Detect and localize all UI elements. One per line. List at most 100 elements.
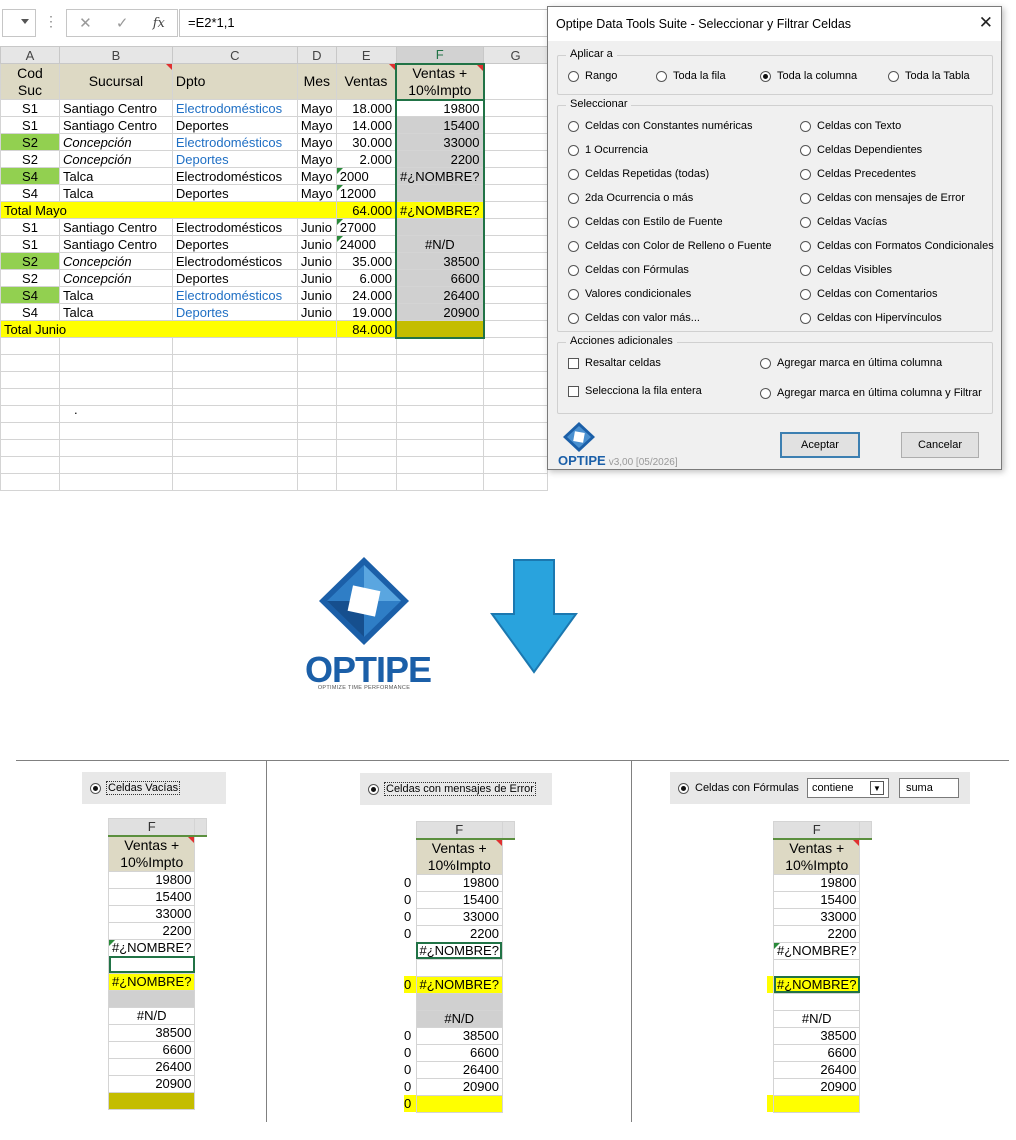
dpto-cell[interactable]: Electrodomésticos <box>171 99 298 117</box>
sucursal-cell[interactable]: Concepción <box>58 133 173 151</box>
empty-cell[interactable] <box>0 405 60 423</box>
header-cell[interactable]: Ventas <box>335 63 397 100</box>
ventas-cell[interactable]: 18.000 <box>335 99 397 117</box>
select-option[interactable]: Celdas con Estilo de Fuente <box>568 216 723 228</box>
apply-option[interactable]: Rango <box>568 70 617 82</box>
dpto-cell[interactable]: Deportes <box>171 235 298 253</box>
empty-cell[interactable] <box>483 63 548 100</box>
empty-cell[interactable] <box>171 337 298 355</box>
mes-cell[interactable]: Mayo <box>296 116 337 134</box>
empty-cell[interactable] <box>171 473 298 491</box>
value-cell[interactable]: 38500 <box>107 1023 196 1042</box>
sucursal-cell[interactable]: Santiago Centro <box>58 116 173 134</box>
empty-cell[interactable] <box>58 439 173 457</box>
mes-cell[interactable]: Mayo <box>296 167 337 185</box>
column-header-selected[interactable]: F <box>395 46 485 65</box>
ventas-cell[interactable]: 14.000 <box>335 116 397 134</box>
value-cell[interactable] <box>107 1091 196 1110</box>
radio-selected[interactable] <box>368 783 379 795</box>
formula-cell[interactable]: #¿NOMBRE? <box>395 201 485 219</box>
radio-button[interactable] <box>800 120 811 132</box>
empty-cell[interactable] <box>171 422 298 440</box>
cancel-icon[interactable]: ✕ <box>79 14 92 32</box>
close-icon[interactable]: ✕ <box>979 13 993 33</box>
value-cell[interactable]: 20900 <box>107 1074 196 1093</box>
dpto-cell[interactable]: Electrodomésticos <box>171 133 298 151</box>
sucursal-cell[interactable]: Talca <box>58 286 173 304</box>
empty-cell[interactable] <box>483 456 548 474</box>
formula-cell[interactable]: 38500 <box>395 252 485 270</box>
ventas-cell[interactable]: 12000 <box>335 184 397 202</box>
value-cell[interactable]: 33000 <box>107 904 196 923</box>
value-cell[interactable]: #N/D <box>772 1009 861 1028</box>
dpto-cell[interactable]: Deportes <box>171 184 298 202</box>
radio-button[interactable] <box>800 288 811 300</box>
empty-cell[interactable] <box>296 354 337 372</box>
chevron-down-icon[interactable]: ▼ <box>869 781 884 795</box>
empty-cell[interactable] <box>171 371 298 389</box>
cod-suc-cell[interactable]: S1 <box>0 99 60 117</box>
empty-cell[interactable] <box>335 473 397 491</box>
accept-button[interactable]: Aceptar <box>780 432 860 458</box>
value-cell[interactable]: 38500 <box>772 1026 861 1045</box>
empty-cell[interactable] <box>0 354 60 372</box>
formula-input[interactable]: =E2*1,1 <box>179 9 559 37</box>
radio-button[interactable] <box>568 312 579 324</box>
mes-cell[interactable]: Junio <box>296 286 337 304</box>
value-cell[interactable]: 33000 <box>772 907 861 926</box>
radio-button[interactable] <box>568 240 579 252</box>
formula-cell[interactable]: 33000 <box>395 133 485 151</box>
empty-cell[interactable] <box>58 422 173 440</box>
column-header[interactable]: D <box>296 46 337 64</box>
mes-cell[interactable]: Junio <box>296 303 337 321</box>
empty-cell[interactable] <box>483 337 548 355</box>
select-option[interactable]: 1 Ocurrencia <box>568 144 648 156</box>
empty-cell[interactable] <box>171 388 298 406</box>
mes-cell[interactable]: Mayo <box>296 184 337 202</box>
cod-suc-cell[interactable]: S1 <box>0 218 60 236</box>
empty-cell[interactable] <box>483 116 548 134</box>
dpto-cell[interactable]: Deportes <box>171 269 298 287</box>
cod-suc-cell[interactable]: S2 <box>0 133 60 151</box>
select-option[interactable]: Celdas Visibles <box>800 264 892 276</box>
apply-option[interactable]: Toda la fila <box>656 70 726 82</box>
apply-option[interactable]: Toda la Tabla <box>888 70 970 82</box>
empty-cell[interactable] <box>483 133 548 151</box>
select-option[interactable]: Valores condicionales <box>568 288 691 300</box>
empty-cell[interactable] <box>171 405 298 423</box>
mes-cell[interactable]: Mayo <box>296 150 337 168</box>
value-cell[interactable]: 19800 <box>415 873 503 892</box>
empty-cell[interactable] <box>395 405 485 423</box>
condition-input[interactable]: suma <box>898 778 959 798</box>
radio-button[interactable] <box>800 168 811 180</box>
empty-cell[interactable] <box>335 337 397 355</box>
select-option[interactable]: Celdas con Color de Relleno o Fuente <box>568 240 772 252</box>
enter-icon[interactable]: ✓ <box>116 14 129 32</box>
radio-button[interactable] <box>800 264 811 276</box>
header-cell[interactable]: Cod Suc <box>0 63 60 100</box>
mes-cell[interactable]: Mayo <box>296 99 337 117</box>
value-cell[interactable] <box>415 992 503 1011</box>
ventas-cell[interactable]: 30.000 <box>335 133 397 151</box>
cod-suc-cell[interactable]: S4 <box>0 167 60 185</box>
select-option[interactable]: Celdas Dependientes <box>800 144 922 156</box>
value-cell[interactable]: 6600 <box>772 1043 861 1062</box>
empty-cell[interactable] <box>483 252 548 270</box>
empty-cell[interactable] <box>335 405 397 423</box>
sucursal-cell[interactable]: Talca <box>58 303 173 321</box>
ventas-cell[interactable]: 24000 <box>335 235 397 253</box>
radio-button[interactable] <box>800 144 811 156</box>
dpto-cell[interactable]: Electrodomésticos <box>171 286 298 304</box>
empty-cell[interactable] <box>335 456 397 474</box>
radio-button[interactable] <box>568 120 579 132</box>
empty-cell[interactable] <box>0 337 60 355</box>
value-cell[interactable]: #¿NOMBRE? <box>415 941 503 960</box>
radio-button[interactable] <box>568 264 579 276</box>
select-option[interactable]: Celdas con mensajes de Error <box>800 192 965 204</box>
radio-button[interactable] <box>800 312 811 324</box>
radio-button[interactable] <box>760 70 771 82</box>
ventas-cell[interactable]: 35.000 <box>335 252 397 270</box>
empty-cell[interactable] <box>0 473 60 491</box>
action-option[interactable]: Agregar marca en última columna <box>760 357 942 369</box>
empty-cell[interactable] <box>296 422 337 440</box>
